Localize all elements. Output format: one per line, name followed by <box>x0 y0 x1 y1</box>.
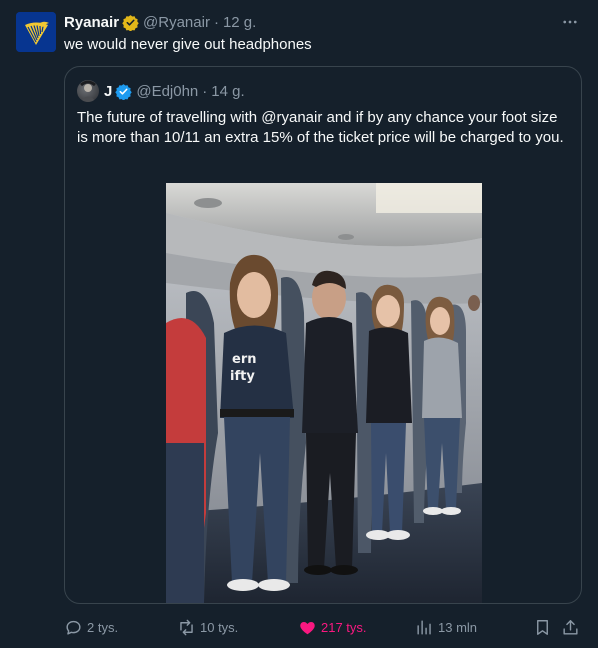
tweet-actions: 2 tys. 10 tys. 217 tys. 13 mln <box>64 614 588 640</box>
share-button[interactable] <box>561 614 584 640</box>
author-name[interactable]: Ryanair <box>64 14 119 31</box>
tweet-text: we would never give out headphones <box>64 36 312 53</box>
quoted-separator-dot: · <box>202 82 208 100</box>
quoted-author-avatar[interactable] <box>77 80 99 102</box>
view-count: 13 mln <box>438 619 478 635</box>
quoted-timestamp[interactable]: 14 g. <box>211 83 244 100</box>
blue-verified-icon[interactable] <box>115 83 133 100</box>
bookmark-button[interactable] <box>533 614 556 640</box>
quoted-media-image[interactable]: ern ifty <box>166 183 482 603</box>
tweet-timestamp[interactable]: 12 g. <box>223 14 256 31</box>
like-count: 217 tys. <box>321 619 367 635</box>
reply-count: 2 tys. <box>87 619 119 635</box>
like-button[interactable]: 217 tys. <box>298 614 367 640</box>
quoted-tweet-header: J @Edj0hn · 14 g. <box>77 80 245 102</box>
bookmark-icon <box>537 619 548 635</box>
repost-count: 10 tys. <box>200 619 239 635</box>
reply-icon <box>66 620 81 635</box>
views-button[interactable]: 13 mln <box>415 614 477 640</box>
ryanair-avatar[interactable] <box>16 12 56 52</box>
quoted-author-handle[interactable]: @Edj0hn <box>136 83 198 100</box>
tweet[interactable]: Ryanair @Ryanair · 12 g. we would never … <box>0 0 598 648</box>
ryanair-harp-logo-icon <box>16 12 56 52</box>
views-chart-icon <box>417 619 431 635</box>
airplane-cabin-photo-icon: ern ifty <box>166 183 482 603</box>
gold-verified-icon[interactable] <box>122 14 139 31</box>
more-options-icon[interactable] <box>558 10 582 34</box>
repost-icon <box>180 619 193 635</box>
heart-filled-icon <box>300 621 315 634</box>
quoted-tweet[interactable]: J @Edj0hn · 14 g. The future of travelli… <box>64 66 582 604</box>
share-icon <box>563 619 578 635</box>
tweet-header: Ryanair @Ryanair · 12 g. <box>64 12 582 32</box>
quoted-author-name[interactable]: J <box>104 83 112 100</box>
repost-button[interactable]: 10 tys. <box>177 614 238 640</box>
svg-text:ifty: ifty <box>230 369 255 384</box>
separator-dot: · <box>213 13 219 31</box>
author-handle[interactable]: @Ryanair <box>143 14 210 31</box>
svg-text:ern: ern <box>232 352 256 367</box>
reply-button[interactable]: 2 tys. <box>64 614 118 640</box>
quoted-tweet-text: The future of travelling with @ryanair a… <box>77 109 564 146</box>
